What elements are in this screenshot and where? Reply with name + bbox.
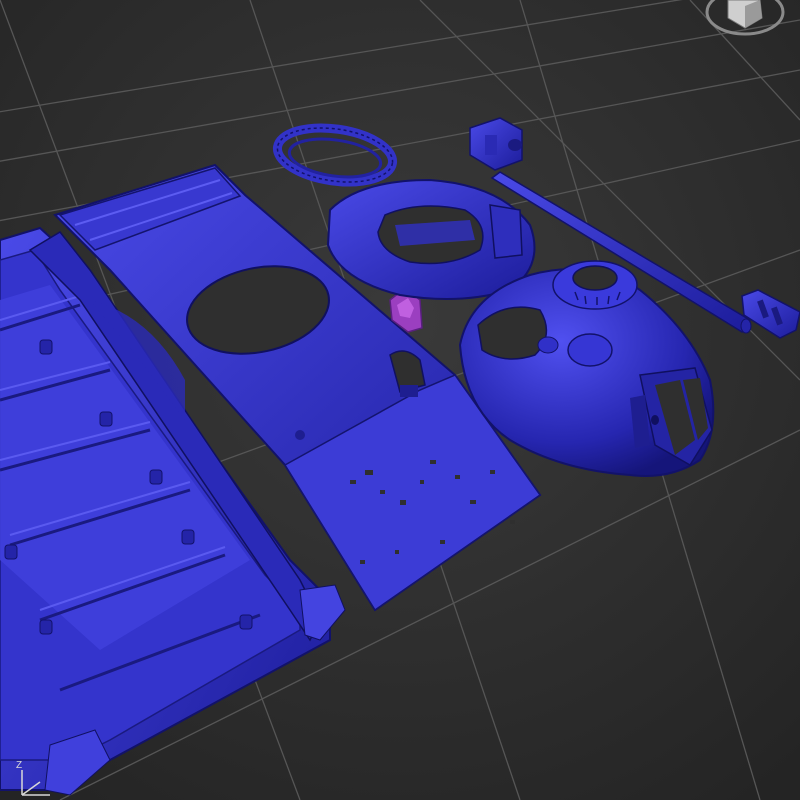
axis-label-z: Z <box>16 760 22 771</box>
perspective-viewport[interactable]: Z <box>0 0 800 800</box>
scene: Z <box>0 0 800 800</box>
